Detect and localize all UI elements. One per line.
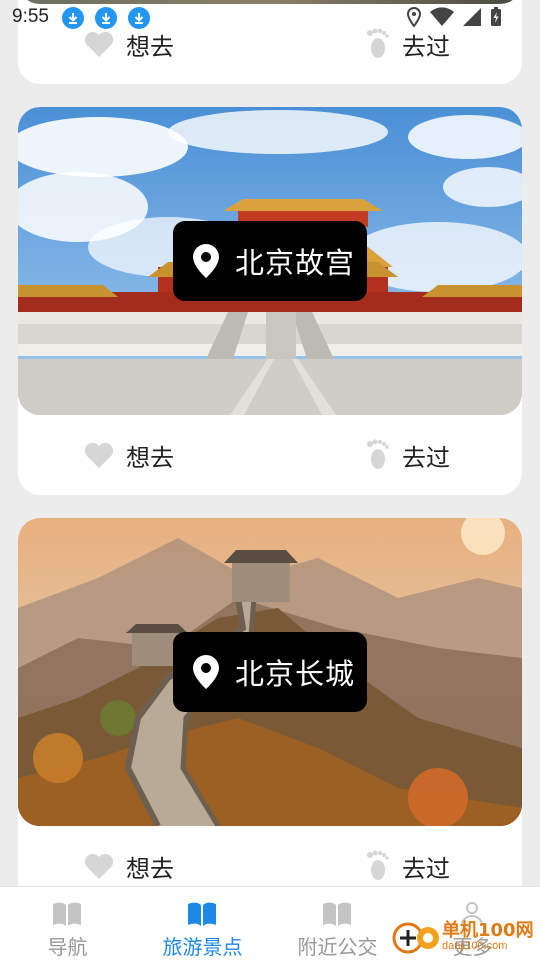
location-status-icon — [406, 7, 422, 27]
download-icon — [95, 7, 117, 29]
nav-item-nearby-bus[interactable]: 附近公交 — [270, 887, 405, 960]
watermark-url: danji100.com — [442, 940, 508, 952]
battery-icon — [491, 7, 501, 26]
watermark-logo — [392, 922, 439, 954]
signal-icon — [463, 8, 481, 26]
attraction-card[interactable]: 北京长城 想去 去过 — [18, 518, 522, 918]
watermark-text: 单机100网 — [442, 920, 534, 941]
status-bar: 9:55 — [0, 0, 540, 36]
action-row: 想去 去过 — [18, 425, 522, 485]
heart-icon — [84, 853, 114, 879]
want-to-go-button[interactable]: 想去 — [84, 425, 174, 485]
want-to-go-label: 想去 — [126, 854, 174, 883]
location-pin-icon — [193, 655, 219, 689]
watermark: 单机100网 danji100.com — [392, 914, 540, 960]
footprint-icon — [367, 850, 389, 880]
book-icon — [323, 902, 351, 926]
attraction-card[interactable]: 北京故宫 想去 去过 — [18, 107, 522, 495]
nav-label: 旅游景点 — [162, 935, 243, 959]
place-name: 北京长城 — [235, 657, 356, 691]
place-name: 北京故宫 — [235, 246, 356, 280]
location-pin-icon — [193, 244, 219, 278]
location-badge: 北京长城 — [173, 632, 367, 712]
nav-label: 附近公交 — [297, 935, 378, 959]
wifi-icon — [430, 7, 454, 27]
been-there-label: 去过 — [402, 854, 450, 883]
been-there-label: 去过 — [402, 443, 450, 472]
download-icon — [128, 7, 150, 29]
status-time: 9:55 — [12, 6, 49, 27]
download-icon — [62, 7, 84, 29]
heart-icon — [84, 442, 114, 468]
book-icon — [53, 902, 81, 926]
book-icon — [188, 902, 216, 926]
nav-item-navigation[interactable]: 导航 — [0, 887, 135, 960]
location-badge: 北京故宫 — [173, 221, 367, 301]
want-to-go-label: 想去 — [126, 443, 174, 472]
nav-item-attractions[interactable]: 旅游景点 — [135, 887, 270, 960]
been-there-button[interactable]: 去过 — [364, 425, 450, 485]
nav-label: 导航 — [47, 935, 88, 959]
footprint-icon — [367, 439, 389, 469]
